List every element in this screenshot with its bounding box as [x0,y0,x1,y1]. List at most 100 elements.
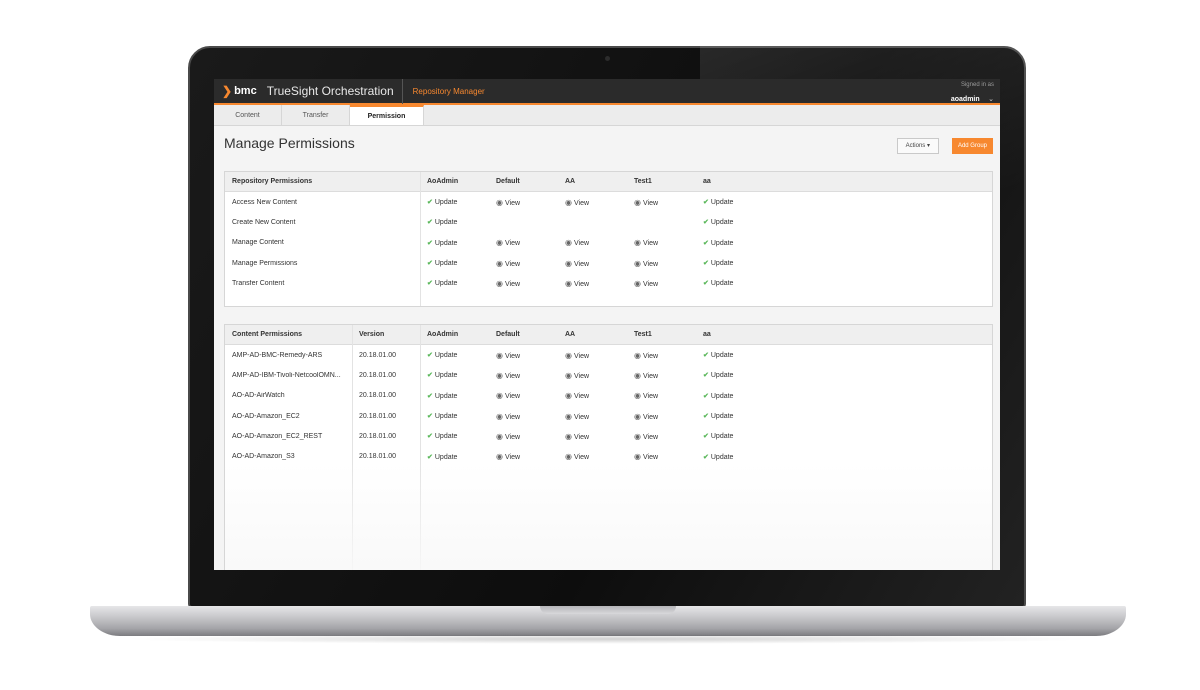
permission-cell[interactable]: ✔ Update [420,279,489,287]
eye-icon: ◉ [565,278,572,288]
eye-icon: ◉ [565,258,572,268]
permission-label: View [504,433,521,441]
permission-cell[interactable]: ◉ View [627,391,696,400]
table-row: Transfer Content ✔ Update ◉ View ◉ View ◉ View ✔ U… [225,273,992,293]
tab-permission[interactable]: Permission [350,105,424,125]
permission-cell[interactable]: ◉ View [489,238,558,247]
permission-cell[interactable]: ✔ Update [420,412,489,420]
check-icon: ✔ [703,372,709,380]
permission-cell[interactable]: ✔ Update [420,392,489,400]
permission-cell[interactable]: ✔ Update [696,239,765,247]
permission-label: View [504,352,521,360]
permission-cell[interactable]: ✔ Update [420,218,489,226]
permission-cell[interactable]: ✔ Update [696,371,765,379]
permission-cell[interactable]: ◉ View [627,259,696,268]
permission-cell[interactable]: ◉ View [558,351,627,360]
eye-icon: ◉ [634,431,641,441]
permission-cell[interactable]: ◉ View [489,432,558,441]
permission-cell[interactable]: ✔ Update [420,371,489,379]
permission-cell[interactable]: ◉ View [627,371,696,380]
check-icon: ✔ [703,280,709,288]
permission-cell[interactable]: ◉ View [627,412,696,421]
permission-cell[interactable]: ◉ View [489,198,558,207]
permission-label: Update [710,433,734,441]
permission-label: View [573,393,590,401]
permission-cell[interactable]: ✔ Update [696,412,765,420]
permission-cell[interactable]: ✔ Update [696,432,765,440]
permission-label: View [642,352,659,360]
table-row: Manage Content ✔ Update ◉ View ◉ View ◉ View ✔ Upd… [225,233,992,253]
permission-cell[interactable]: ◉ View [558,412,627,421]
permission-name: Transfer Content [232,279,285,287]
permission-cell[interactable]: ◉ View [558,391,627,400]
repo-header-aoadmin: AoAdmin [427,178,459,185]
permission-cell[interactable]: ✔ Update [420,453,489,461]
permission-label: Update [710,280,734,288]
check-icon: ✔ [427,433,433,441]
permission-cell[interactable]: ◉ View [558,432,627,441]
user-menu[interactable]: Signed in as aoadmin ⌄ [951,82,994,106]
permission-cell[interactable]: ✔ Update [420,198,489,206]
permission-cell[interactable]: ◉ View [489,452,558,461]
repo-header-aa: aa [703,178,711,185]
permission-cell[interactable]: ◉ View [627,452,696,461]
permission-cell[interactable]: ✔ Update [696,259,765,267]
permission-cell[interactable]: ✔ Update [420,351,489,359]
top-bar: ❯ bmc TrueSight Orchestration Repository… [214,79,1000,105]
permission-cell[interactable]: ◉ View [558,452,627,461]
permission-label: View [642,433,659,441]
permission-cell[interactable]: ◉ View [558,198,627,207]
permission-cell[interactable]: ◉ View [558,259,627,268]
permission-cell[interactable]: ✔ Update [420,432,489,440]
permission-cell[interactable]: ✔ Update [420,259,489,267]
tab-content[interactable]: Content [214,105,282,125]
permission-cell[interactable]: ✔ Update [696,279,765,287]
permission-label: Update [710,453,734,461]
permission-cell[interactable]: ✔ Update [420,239,489,247]
eye-icon: ◉ [634,197,641,207]
permission-cell[interactable]: ◉ View [627,351,696,360]
permission-cell[interactable]: ✔ Update [696,392,765,400]
actions-button[interactable]: Actions ▾ [896,138,939,154]
permission-cell[interactable]: ✔ Update [696,218,765,226]
permission-cell[interactable]: ◉ View [558,279,627,288]
content-version: 20.18.01.00 [359,351,396,359]
permission-cell[interactable]: ◉ View [489,391,558,400]
check-icon: ✔ [427,260,433,268]
permission-cell[interactable]: ◉ View [489,259,558,268]
content-header-aa: aa [703,331,711,338]
tab-transfer[interactable]: Transfer [282,105,350,125]
permission-cell[interactable]: ◉ View [558,371,627,380]
app-name[interactable]: Repository Manager [413,87,485,96]
content-version: 20.18.01.00 [359,412,396,420]
actions-label: Actions [905,143,926,149]
permission-cell[interactable]: ◉ View [627,279,696,288]
check-icon: ✔ [427,392,433,400]
eye-icon: ◉ [634,370,641,380]
chevron-down-icon[interactable]: ⌄ [988,96,994,103]
permission-cell[interactable]: ◉ View [489,351,558,360]
bmc-logo[interactable]: ❯ bmc [222,84,257,98]
permission-label: Update [710,260,734,268]
add-group-button[interactable]: Add Group [951,138,993,154]
permission-cell[interactable]: ◉ View [558,238,627,247]
permission-cell[interactable]: ◉ View [627,238,696,247]
content-table-body: AMP-AD-BMC-Remedy-ARS 20.18.01.00 ✔ Update ◉… [225,345,992,467]
base-shadow [120,634,1096,644]
eye-icon: ◉ [634,238,641,248]
eye-icon: ◉ [565,391,572,401]
permission-cell[interactable]: ◉ View [489,279,558,288]
permission-cell[interactable]: ✔ Update [696,198,765,206]
permission-cell[interactable]: ◉ View [627,432,696,441]
permission-cell[interactable]: ◉ View [489,371,558,380]
base-notch [540,606,676,614]
permission-label: View [573,454,590,462]
permission-cell[interactable]: ◉ View [489,412,558,421]
check-icon: ✔ [703,453,709,461]
permission-label: View [573,260,590,268]
permission-cell[interactable]: ✔ Update [696,351,765,359]
eye-icon: ◉ [496,411,503,421]
permission-cell[interactable]: ◉ View [627,198,696,207]
table-row: AMP-AD-IBM-Tivoli-NetcoolOMN... 20.18.01.… [225,365,992,385]
permission-cell[interactable]: ✔ Update [696,453,765,461]
